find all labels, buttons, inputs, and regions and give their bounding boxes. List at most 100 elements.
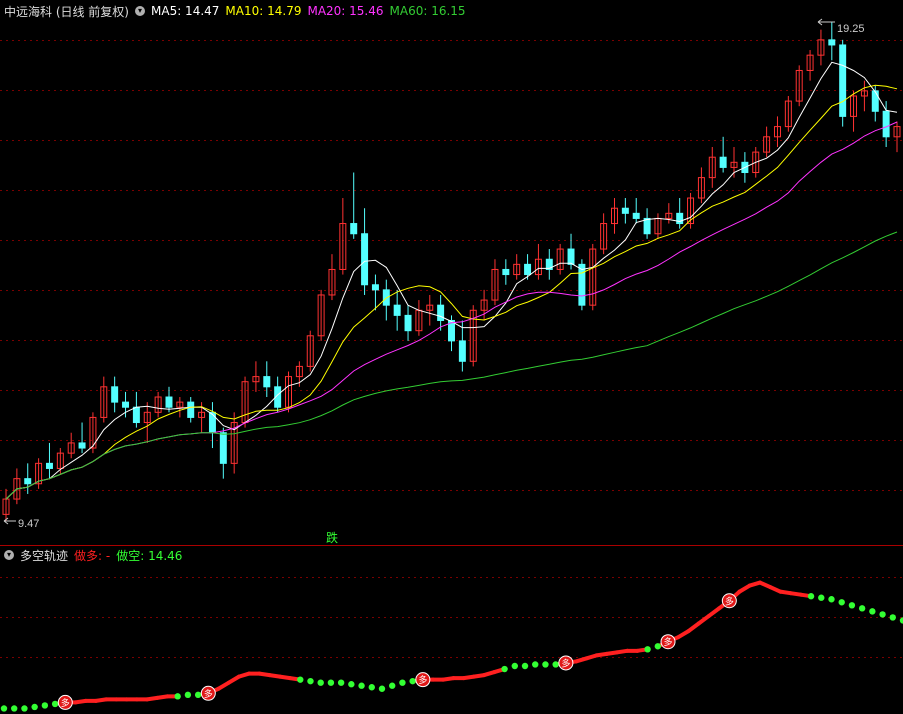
candle xyxy=(784,95,792,132)
candle xyxy=(306,330,314,372)
short-dot xyxy=(654,643,662,650)
candle xyxy=(132,391,140,428)
short-dot xyxy=(858,605,866,612)
candle xyxy=(654,213,662,239)
candle xyxy=(556,243,564,275)
sub-chart-gridlines xyxy=(0,577,903,658)
candle xyxy=(817,29,825,66)
candle xyxy=(165,386,173,413)
candle xyxy=(154,391,162,418)
min-price-marker: 9.47 xyxy=(3,517,39,530)
short-dot xyxy=(552,661,559,668)
bull-bear-trajectory: 多多多多多多 xyxy=(0,580,903,712)
candle xyxy=(480,289,488,321)
moving-average-lines xyxy=(5,61,898,500)
short-dot xyxy=(869,608,876,615)
candle xyxy=(860,80,868,112)
candle xyxy=(111,376,119,413)
short-dot xyxy=(644,646,651,653)
candle xyxy=(534,243,542,280)
candle xyxy=(458,320,466,372)
short-dot xyxy=(542,661,549,668)
short-dot xyxy=(358,682,365,689)
sub-chart-header: ▾ 多空轨迹 做多: - 做空: 14.46 xyxy=(4,546,188,564)
candle xyxy=(2,488,10,521)
candle xyxy=(24,463,32,494)
short-dot xyxy=(348,681,355,688)
candle xyxy=(469,305,477,367)
short-dot xyxy=(327,679,335,686)
long-label: 做多: - xyxy=(74,548,111,563)
candle xyxy=(621,198,629,224)
short-dot xyxy=(368,684,375,691)
short-dot xyxy=(399,679,406,686)
short-dot xyxy=(0,705,8,712)
candle xyxy=(208,402,216,449)
short-dot xyxy=(521,662,529,670)
short-dot xyxy=(532,661,539,668)
candle xyxy=(78,422,86,454)
long-signal-text: 多 xyxy=(725,595,734,607)
candle xyxy=(350,172,358,239)
ma60-line xyxy=(5,231,898,500)
candle xyxy=(502,259,510,285)
candle xyxy=(187,397,195,423)
candle xyxy=(230,412,238,474)
candle xyxy=(404,305,412,341)
short-dot xyxy=(194,691,202,699)
candle xyxy=(317,289,325,341)
candle xyxy=(241,376,249,428)
candle xyxy=(371,274,379,311)
candle xyxy=(850,90,858,132)
chevron-down-icon[interactable]: ▾ xyxy=(135,6,145,16)
short-dot xyxy=(889,614,896,621)
short-dot xyxy=(828,596,835,603)
main-title: 中远海科 (日线 前复权) xyxy=(4,4,129,19)
long-signal-badge: 多 xyxy=(415,672,431,688)
short-dot xyxy=(307,677,314,685)
min-price-label: 9.47 xyxy=(18,518,39,530)
short-dot xyxy=(511,662,518,670)
candle xyxy=(545,249,553,280)
candle xyxy=(665,203,673,224)
long-signal-text: 多 xyxy=(61,697,70,709)
candle xyxy=(600,213,608,255)
short-dot xyxy=(184,691,192,699)
long-signal-badge: 多 xyxy=(660,634,676,650)
ma60-label: MA60: 16.15 xyxy=(389,4,466,18)
short-dot xyxy=(501,665,508,673)
candle xyxy=(773,116,781,148)
long-signal-text: 多 xyxy=(561,657,570,669)
candle xyxy=(437,294,445,331)
short-dot xyxy=(174,693,181,700)
short-dot xyxy=(337,679,345,686)
candle xyxy=(219,427,227,479)
candle xyxy=(361,208,369,295)
max-price-marker: 19.25 xyxy=(817,18,865,35)
sub-title: 多空轨迹 xyxy=(20,548,69,563)
candle xyxy=(610,198,618,234)
candle xyxy=(687,192,695,229)
short-dot xyxy=(807,593,815,600)
candle xyxy=(578,259,586,311)
candle xyxy=(589,243,597,311)
short-dot xyxy=(389,682,396,689)
long-signal-text: 多 xyxy=(664,636,673,648)
candle xyxy=(676,198,684,229)
fall-signal-label: 跌 xyxy=(326,530,338,545)
candle xyxy=(393,289,401,331)
candle xyxy=(35,458,43,489)
short-dot xyxy=(848,602,856,609)
candle xyxy=(491,259,499,306)
candle xyxy=(719,136,727,173)
chevron-down-icon[interactable]: ▾ xyxy=(4,550,14,560)
candle xyxy=(893,121,901,153)
short-label: 做空: 14.46 xyxy=(116,548,183,563)
candle xyxy=(13,468,21,505)
ma10-label: MA10: 14.79 xyxy=(225,4,302,18)
long-signal-text: 多 xyxy=(204,688,213,700)
candle xyxy=(176,397,184,418)
candle xyxy=(45,442,53,479)
short-dot xyxy=(11,705,18,712)
candle xyxy=(632,198,640,224)
